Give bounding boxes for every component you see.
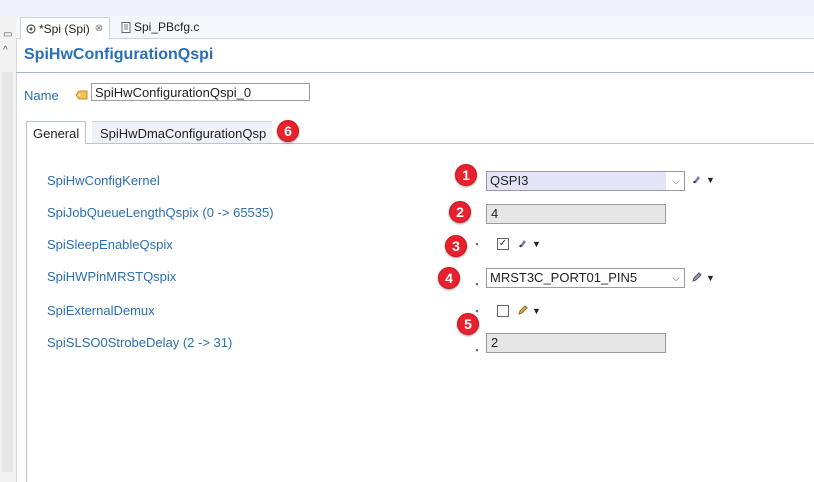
spi-hw-pin-mrst-label: SpiHWPinMRSTQspix <box>47 269 177 284</box>
tab-spi-editor[interactable]: *Spi (Spi) ⊗ <box>20 17 111 39</box>
tab-general[interactable]: General <box>26 121 87 144</box>
section-divider <box>16 72 814 73</box>
spi-hw-config-kernel-combo[interactable]: QSPI3 ⌵ <box>486 171 685 191</box>
spi-hw-config-kernel-value: QSPI3 <box>487 172 666 190</box>
spi-external-demux-label: SpiExternalDemux <box>47 303 155 318</box>
callout-badge-3: 3 <box>445 235 467 257</box>
left-side-panel: ▭ ^ <box>0 16 17 482</box>
section-title: SpiHwConfigurationQspi <box>24 46 214 63</box>
editor-icon <box>25 23 36 34</box>
minimize-icon[interactable]: ▭ <box>3 30 12 40</box>
pencil-icon[interactable] <box>518 305 528 318</box>
spi-slso0-strobe-delay-label: SpiSLSO0StrobeDelay (2 -> 31) <box>47 335 233 350</box>
tab-spi-pbcfg[interactable]: Spi_PBcfg.c <box>116 17 205 37</box>
spi-sleep-enable-checkbox[interactable]: ✓ <box>497 238 509 250</box>
tab-dma-configuration[interactable]: SpiHwDmaConfigurationQsp <box>92 121 273 144</box>
title-strip <box>0 0 814 16</box>
calc-icon: ▪ <box>475 279 479 289</box>
dropdown-arrow-icon[interactable]: ▼ <box>532 239 541 249</box>
tab-spi-pbcfg-label: Spi_PBcfg.c <box>134 20 200 34</box>
name-label: Name <box>24 88 59 103</box>
spi-sleep-enable-label: SpiSleepEnableQspix <box>47 237 173 252</box>
close-icon[interactable]: ⊗ <box>95 23 103 34</box>
calc-icon: ▪ <box>475 239 479 249</box>
callout-badge-1: 1 <box>455 164 477 186</box>
config-subtabs: General SpiHwDmaConfigurationQsp <box>26 121 814 144</box>
spi-hw-pin-mrst-combo[interactable]: MRST3C_PORT01_PIN5 ⌵ <box>486 268 685 288</box>
setting-icon[interactable] <box>518 238 528 251</box>
chevron-down-icon[interactable]: ⌵ <box>668 273 684 284</box>
tag-icon <box>75 90 89 102</box>
calc-icon: ▪ <box>475 345 479 355</box>
editor-tab-bar: *Spi (Spi) ⊗ Spi_PBcfg.c <box>16 16 814 39</box>
dropdown-arrow-icon[interactable]: ▼ <box>706 273 715 283</box>
pencil-icon[interactable] <box>692 272 702 285</box>
tab-spi-label: *Spi (Spi) <box>39 21 90 36</box>
dropdown-arrow-icon[interactable]: ▼ <box>706 175 715 185</box>
spi-hw-pin-mrst-value: MRST3C_PORT01_PIN5 <box>490 270 638 285</box>
spi-slso0-strobe-delay-field[interactable]: 2 <box>486 333 666 353</box>
callout-badge-6: 6 <box>277 120 299 142</box>
spi-job-queue-length-field[interactable]: 4 <box>486 204 666 224</box>
file-icon <box>120 21 131 33</box>
spi-external-demux-checkbox[interactable] <box>497 305 509 317</box>
setting-icon[interactable] <box>692 174 702 187</box>
name-input[interactable]: SpiHwConfigurationQspi_0 <box>91 83 310 101</box>
callout-badge-5: 5 <box>457 313 479 335</box>
callout-badge-2: 2 <box>449 201 471 223</box>
side-scrollbar[interactable] <box>2 72 13 472</box>
chevron-down-icon[interactable]: ⌵ <box>668 176 684 187</box>
spi-hw-config-kernel-label: SpiHwConfigKernel <box>47 173 160 188</box>
callout-badge-4: 4 <box>438 267 460 289</box>
spi-job-queue-length-label: SpiJobQueueLengthQspix (0 -> 65535) <box>47 205 274 220</box>
dropdown-arrow-icon[interactable]: ▼ <box>532 306 541 316</box>
collapse-up-icon[interactable]: ^ <box>3 46 12 56</box>
